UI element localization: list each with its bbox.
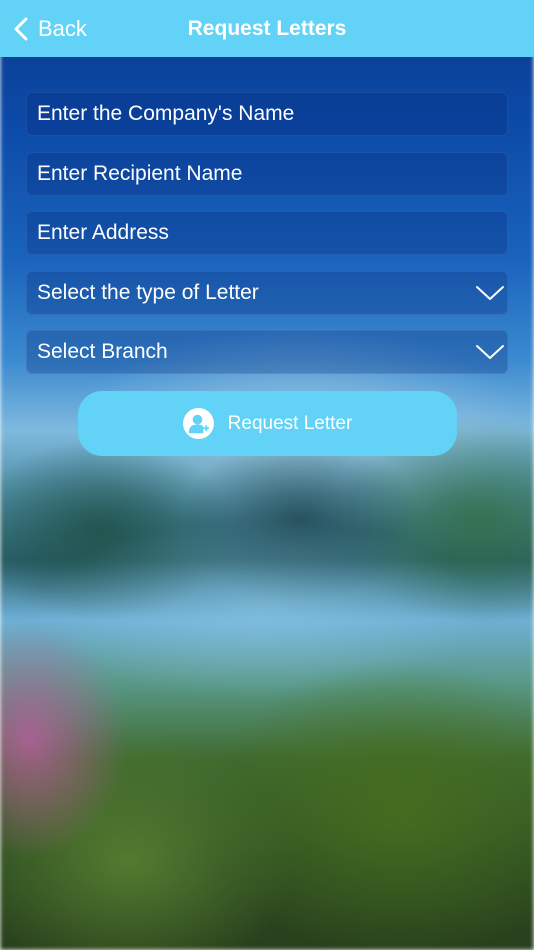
address-input[interactable] [27,212,507,254]
company-name-field-container [26,92,508,136]
chevron-down-icon [476,285,504,300]
back-label: Back [38,15,87,41]
chevron-left-icon [14,17,28,40]
request-letter-button[interactable]: Request Letter [78,391,457,456]
page-title: Request Letters [187,16,347,40]
request-letter-label: Request Letter [227,412,353,434]
letter-type-label: Select the type of Letter [37,280,259,304]
recipient-name-input[interactable] [27,152,507,195]
back-button[interactable]: Back [14,0,87,57]
recipient-name-field-container [26,151,508,196]
request-form: Select the type of Letter Select Branch [26,92,508,390]
nav-bar: Back Request Letters [0,0,534,57]
company-name-input[interactable] [27,93,507,135]
address-field-container [26,211,508,255]
branch-label: Select Branch [37,340,168,363]
chevron-down-icon [476,345,504,359]
branch-select[interactable]: Select Branch [26,330,508,374]
add-user-icon [182,408,214,439]
letter-type-select[interactable]: Select the type of Letter [26,270,508,315]
